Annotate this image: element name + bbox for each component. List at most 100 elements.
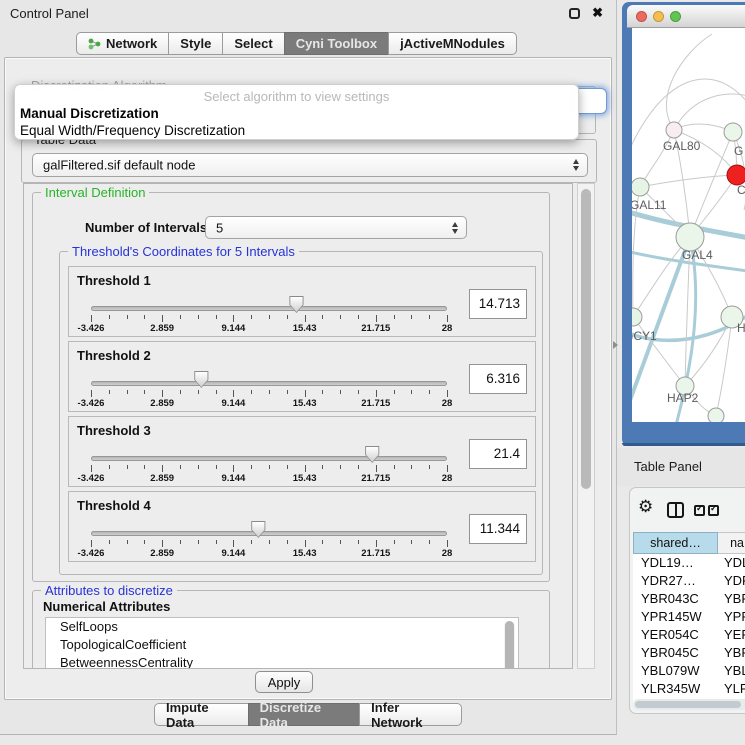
- dropdown-option-manual-discretization[interactable]: Manual Discretization: [20, 106, 159, 122]
- cell-shared-name[interactable]: YDL19…: [633, 554, 718, 572]
- tab-impute-data[interactable]: Impute Data: [154, 703, 249, 726]
- axis-tick: [287, 540, 288, 544]
- number-of-intervals-spinner[interactable]: 5: [205, 216, 467, 239]
- table-row[interactable]: YBR045CYBR0: [633, 644, 745, 662]
- column-header-name[interactable]: na: [718, 532, 745, 554]
- threshold-label: Threshold 1: [77, 273, 151, 288]
- threshold-value-field[interactable]: 6.316: [469, 364, 527, 394]
- numerical-attributes-label: Numerical Attributes: [43, 599, 170, 614]
- table-data-combobox[interactable]: galFiltered.sif default node: [32, 153, 588, 177]
- network-node[interactable]: [708, 408, 724, 422]
- tab-jactivemnodules[interactable]: jActiveMNodules: [388, 32, 517, 55]
- axis-tick-label: 21.715: [352, 473, 400, 484]
- network-node[interactable]: [676, 223, 704, 251]
- close-icon[interactable]: ✖: [592, 5, 603, 21]
- tab-style[interactable]: Style: [168, 32, 223, 55]
- axis-tick: [180, 390, 181, 394]
- threshold-row-1: Threshold 1-3.4262.8599.14415.4321.71528…: [68, 266, 536, 337]
- table-row[interactable]: YBL079WYBL0: [633, 662, 745, 680]
- network-node[interactable]: [724, 123, 742, 141]
- split-columns-icon[interactable]: [667, 502, 684, 518]
- attribute-list-item[interactable]: BetweennessCentrality: [46, 654, 518, 669]
- interval-definition-group: Interval Definition Number of Intervals …: [32, 192, 550, 582]
- select-rows-checkbox-icon[interactable]: [708, 505, 719, 516]
- scrollbar-thumb[interactable]: [505, 621, 514, 669]
- dropdown-option-equal-width-frequency-discretization[interactable]: Equal Width/Frequency Discretization: [20, 123, 245, 139]
- tab-network[interactable]: Network: [76, 32, 169, 55]
- cell-name[interactable]: YBR0: [718, 590, 745, 608]
- zoom-traffic-light-icon[interactable]: [670, 11, 681, 22]
- tab-select[interactable]: Select: [222, 32, 284, 55]
- axis-tick: [269, 315, 270, 319]
- axis-tick: [144, 540, 145, 544]
- slider-track[interactable]: [91, 531, 447, 536]
- axis-tick: [91, 315, 92, 322]
- tab-discretize-data[interactable]: Discretize Data: [248, 703, 361, 726]
- cell-name[interactable]: YBL0: [718, 662, 745, 680]
- cell-shared-name[interactable]: YLR345W: [633, 680, 718, 698]
- cell-name[interactable]: YLR3: [718, 680, 745, 698]
- scrollbar-thumb[interactable]: [581, 189, 591, 489]
- number-of-intervals-value: 5: [216, 220, 223, 235]
- axis-tick-label: 9.144: [209, 548, 257, 559]
- network-window-titlebar[interactable]: [627, 5, 745, 28]
- table-row[interactable]: YBR043CYBR0: [633, 590, 745, 608]
- column-header-shared-name[interactable]: shared…: [633, 532, 718, 554]
- apply-button[interactable]: Apply: [255, 671, 313, 693]
- cell-shared-name[interactable]: YBR045C: [633, 644, 718, 662]
- tab-infer-network[interactable]: Infer Network: [359, 703, 462, 726]
- cell-shared-name[interactable]: YBL079W: [633, 662, 718, 680]
- axis-tick: [91, 465, 92, 472]
- table-row[interactable]: YER054CYER0: [633, 626, 745, 644]
- panel-scrollbar[interactable]: [577, 183, 595, 669]
- attribute-list-item[interactable]: TopologicalCoefficient: [46, 636, 518, 654]
- cell-name[interactable]: YDR2: [718, 572, 745, 590]
- table-row[interactable]: YDR27…YDR2: [633, 572, 745, 590]
- slider-track[interactable]: [91, 381, 447, 386]
- axis-tick: [358, 540, 359, 544]
- cell-shared-name[interactable]: YER054C: [633, 626, 718, 644]
- table-row[interactable]: YLR345WYLR3: [633, 680, 745, 698]
- cell-name[interactable]: YER0: [718, 626, 745, 644]
- axis-tick: [340, 315, 341, 319]
- list-scrollbar[interactable]: [504, 621, 515, 669]
- close-traffic-light-icon[interactable]: [636, 11, 647, 22]
- threshold-value-field[interactable]: 21.4: [469, 439, 527, 469]
- gear-icon[interactable]: ⚙: [638, 498, 653, 515]
- table-row[interactable]: YDL19…YDL1: [633, 554, 745, 572]
- threshold-value-field[interactable]: 11.344: [469, 514, 527, 544]
- dropdown-prompt: Select algorithm to view settings: [15, 89, 578, 104]
- cell-name[interactable]: YBR0: [718, 644, 745, 662]
- axis-tick-label: 28: [423, 398, 471, 409]
- table-panel-header: Table Panel: [617, 448, 745, 486]
- threshold-value-field[interactable]: 14.713: [469, 289, 527, 319]
- axis-tick: [198, 390, 199, 394]
- cell-name[interactable]: YDL1: [718, 554, 745, 572]
- axis-tick: [216, 315, 217, 319]
- minimize-traffic-light-icon[interactable]: [653, 11, 664, 22]
- cell-name[interactable]: YPR1: [718, 608, 745, 626]
- table-row[interactable]: YPR145WYPR1: [633, 608, 745, 626]
- network-node[interactable]: [727, 165, 745, 185]
- network-node[interactable]: [632, 308, 642, 326]
- cell-shared-name[interactable]: YPR145W: [633, 608, 718, 626]
- table-horizontal-scrollbar[interactable]: [633, 699, 745, 710]
- slider-track[interactable]: [91, 306, 447, 311]
- scrollbar-thumb[interactable]: [635, 701, 741, 708]
- axis-tick: [394, 315, 395, 319]
- cell-shared-name[interactable]: YBR043C: [633, 590, 718, 608]
- select-columns-checkbox-icon[interactable]: [694, 505, 705, 516]
- slider-track[interactable]: [91, 456, 447, 461]
- tab-cyni-toolbox[interactable]: Cyni Toolbox: [284, 32, 389, 55]
- network-node[interactable]: [632, 178, 649, 196]
- axis-tick-label: -3.426: [67, 323, 115, 334]
- network-canvas[interactable]: GAL80GCGAL11GAL4GCY1HHAP2: [632, 28, 745, 422]
- panel-splitter-arrow-icon[interactable]: [613, 341, 618, 349]
- attribute-list-item[interactable]: SelfLoops: [46, 618, 518, 636]
- float-window-icon[interactable]: [569, 8, 580, 19]
- axis-tick-label: 28: [423, 548, 471, 559]
- axis-tick-label: 21.715: [352, 323, 400, 334]
- axis-tick: [233, 540, 234, 547]
- network-node[interactable]: [666, 122, 682, 138]
- cell-shared-name[interactable]: YDR27…: [633, 572, 718, 590]
